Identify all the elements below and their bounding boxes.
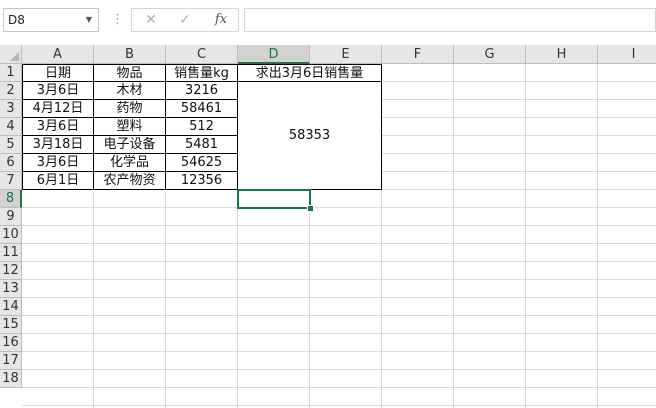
row-header-13[interactable]: 13: [0, 280, 22, 298]
column-header-b[interactable]: B: [94, 45, 166, 64]
cell-b1[interactable]: 物品: [94, 64, 166, 82]
row-header-8[interactable]: 8: [0, 190, 22, 208]
name-box-value: D8: [8, 13, 25, 27]
cell-c2[interactable]: 3216: [166, 82, 238, 100]
row-header-17[interactable]: 17: [0, 352, 22, 370]
row-header-5[interactable]: 5: [0, 136, 22, 154]
name-box[interactable]: D8 ▼: [3, 8, 99, 32]
fill-handle[interactable]: [307, 205, 314, 212]
column-header-i[interactable]: I: [598, 45, 656, 64]
cell-a7[interactable]: 6月1日: [22, 172, 94, 190]
cell-b5[interactable]: 电子设备: [94, 136, 166, 154]
select-all-button[interactable]: [0, 45, 22, 64]
column-header-e[interactable]: E: [310, 45, 382, 64]
row-header-12[interactable]: 12: [0, 262, 22, 280]
cancel-icon[interactable]: ✕: [136, 9, 166, 31]
row-header-11[interactable]: 11: [0, 244, 22, 262]
column-header-a[interactable]: A: [22, 45, 94, 64]
cell-b3[interactable]: 药物: [94, 100, 166, 118]
cell-c1[interactable]: 销售量kg: [166, 64, 238, 82]
formula-bar-area: D8 ▼ ⋮ ✕ ✓ fx: [0, 0, 656, 40]
column-header-h[interactable]: H: [526, 45, 598, 64]
cell-c6[interactable]: 54625: [166, 154, 238, 172]
row-header-10[interactable]: 10: [0, 226, 22, 244]
insert-function-icon[interactable]: fx: [206, 9, 236, 31]
row-header-16[interactable]: 16: [0, 334, 22, 352]
cell-a6[interactable]: 3月6日: [22, 154, 94, 172]
cell-a2[interactable]: 3月6日: [22, 82, 94, 100]
row-header-18[interactable]: 18: [0, 370, 22, 388]
question-header-cell[interactable]: 求出3月6日销售量: [238, 64, 382, 82]
cell-a3[interactable]: 4月12日: [22, 100, 94, 118]
cell-c7[interactable]: 12356: [166, 172, 238, 190]
row-header-2[interactable]: 2: [0, 82, 22, 100]
result-value: 58353: [288, 128, 331, 143]
row-header-4[interactable]: 4: [0, 118, 22, 136]
cell-c3[interactable]: 58461: [166, 100, 238, 118]
column-header-g[interactable]: G: [454, 45, 526, 64]
active-cell-selection[interactable]: [237, 189, 311, 209]
result-merged-cell[interactable]: 58353: [238, 82, 382, 190]
cell-a4[interactable]: 3月6日: [22, 118, 94, 136]
cell-b6[interactable]: 化学品: [94, 154, 166, 172]
spreadsheet-grid: A B C D E F G H I 1 2 3 4 5 6 7 8 9 10 1…: [0, 45, 656, 408]
column-header-c[interactable]: C: [166, 45, 238, 64]
row-header-14[interactable]: 14: [0, 298, 22, 316]
formula-buttons: ✕ ✓ fx: [131, 8, 239, 32]
cell-b4[interactable]: 塑料: [94, 118, 166, 136]
cell-c4[interactable]: 512: [166, 118, 238, 136]
cell-b7[interactable]: 农产物资: [94, 172, 166, 190]
formula-input[interactable]: [244, 8, 656, 32]
row-header-6[interactable]: 6: [0, 154, 22, 172]
row-header-3[interactable]: 3: [0, 100, 22, 118]
more-options-icon[interactable]: ⋮: [111, 10, 124, 30]
chevron-down-icon[interactable]: ▼: [86, 9, 92, 31]
row-header-15[interactable]: 15: [0, 316, 22, 334]
row-header-9[interactable]: 9: [0, 208, 22, 226]
cell-a1[interactable]: 日期: [22, 64, 94, 82]
cell-c5[interactable]: 5481: [166, 136, 238, 154]
row-header-7[interactable]: 7: [0, 172, 22, 190]
row-header-1[interactable]: 1: [0, 64, 22, 82]
cell-b2[interactable]: 木材: [94, 82, 166, 100]
cell-a5[interactable]: 3月18日: [22, 136, 94, 154]
column-header-d[interactable]: D: [238, 45, 310, 64]
enter-icon[interactable]: ✓: [170, 9, 200, 31]
column-header-f[interactable]: F: [382, 45, 454, 64]
